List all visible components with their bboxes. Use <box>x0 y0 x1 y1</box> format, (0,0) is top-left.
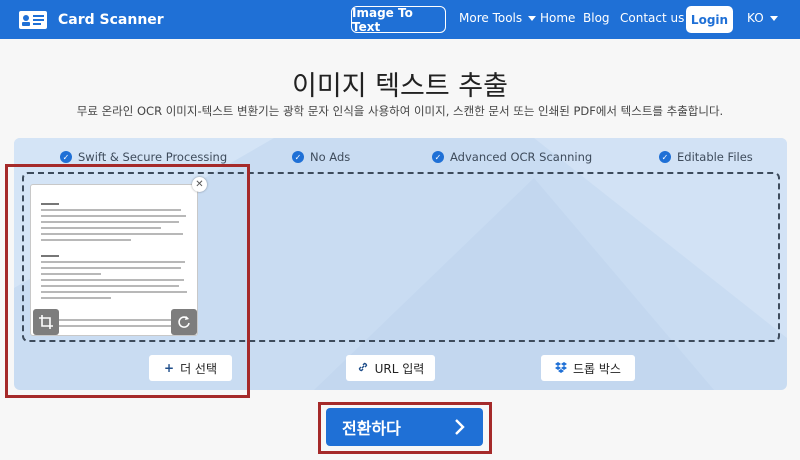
feature-label: No Ads <box>310 150 351 164</box>
dropbox-button[interactable]: 드롭 박스 <box>541 355 635 381</box>
check-circle-icon: ✓ <box>432 151 444 163</box>
language-selector[interactable]: KO <box>747 11 778 25</box>
link-icon <box>357 361 369 376</box>
brand-name: Card Scanner <box>58 12 164 28</box>
image-to-text-button[interactable]: Image To Text <box>351 6 446 34</box>
page-subtitle: 무료 온라인 OCR 이미지-텍스트 변환기는 광학 문자 인식을 사용하여 이… <box>76 104 724 118</box>
more-tools-label: More Tools <box>459 11 523 25</box>
feature-item: ✓ Advanced OCR Scanning <box>432 150 592 164</box>
brand[interactable]: Card Scanner <box>18 8 164 32</box>
nav-home-link[interactable]: Home <box>540 11 575 25</box>
language-label: KO <box>747 11 764 25</box>
feature-item: ✓ Swift & Secure Processing <box>60 150 227 164</box>
id-card-icon <box>19 11 47 29</box>
chevron-down-icon <box>528 16 537 21</box>
check-circle-icon: ✓ <box>659 151 671 163</box>
feature-label: Swift & Secure Processing <box>78 150 228 164</box>
nav-blog-link[interactable]: Blog <box>583 11 610 25</box>
url-input-button[interactable]: URL 입력 <box>346 355 435 381</box>
feature-item: ✓ Editable Files <box>659 150 753 164</box>
chevron-down-icon <box>769 16 778 21</box>
feature-item: ✓ No Ads <box>292 150 350 164</box>
nav-contact-link[interactable]: Contact us <box>620 11 684 25</box>
dropbox-icon <box>555 361 567 376</box>
dropbox-label: 드롭 박스 <box>573 361 621 376</box>
feature-label: Editable Files <box>677 150 753 164</box>
check-circle-icon: ✓ <box>60 151 72 163</box>
upload-highlight-box <box>5 164 250 398</box>
convert-highlight-box <box>318 402 492 454</box>
url-input-label: URL 입력 <box>374 361 425 376</box>
check-circle-icon: ✓ <box>292 151 304 163</box>
page-title: 이미지 텍스트 추출 <box>292 71 508 102</box>
navbar: Card Scanner Image To Text More Tools Ho… <box>0 0 800 39</box>
login-button[interactable]: Login <box>686 6 733 33</box>
more-tools-menu[interactable]: More Tools <box>459 11 537 25</box>
feature-label: Advanced OCR Scanning <box>450 150 593 164</box>
